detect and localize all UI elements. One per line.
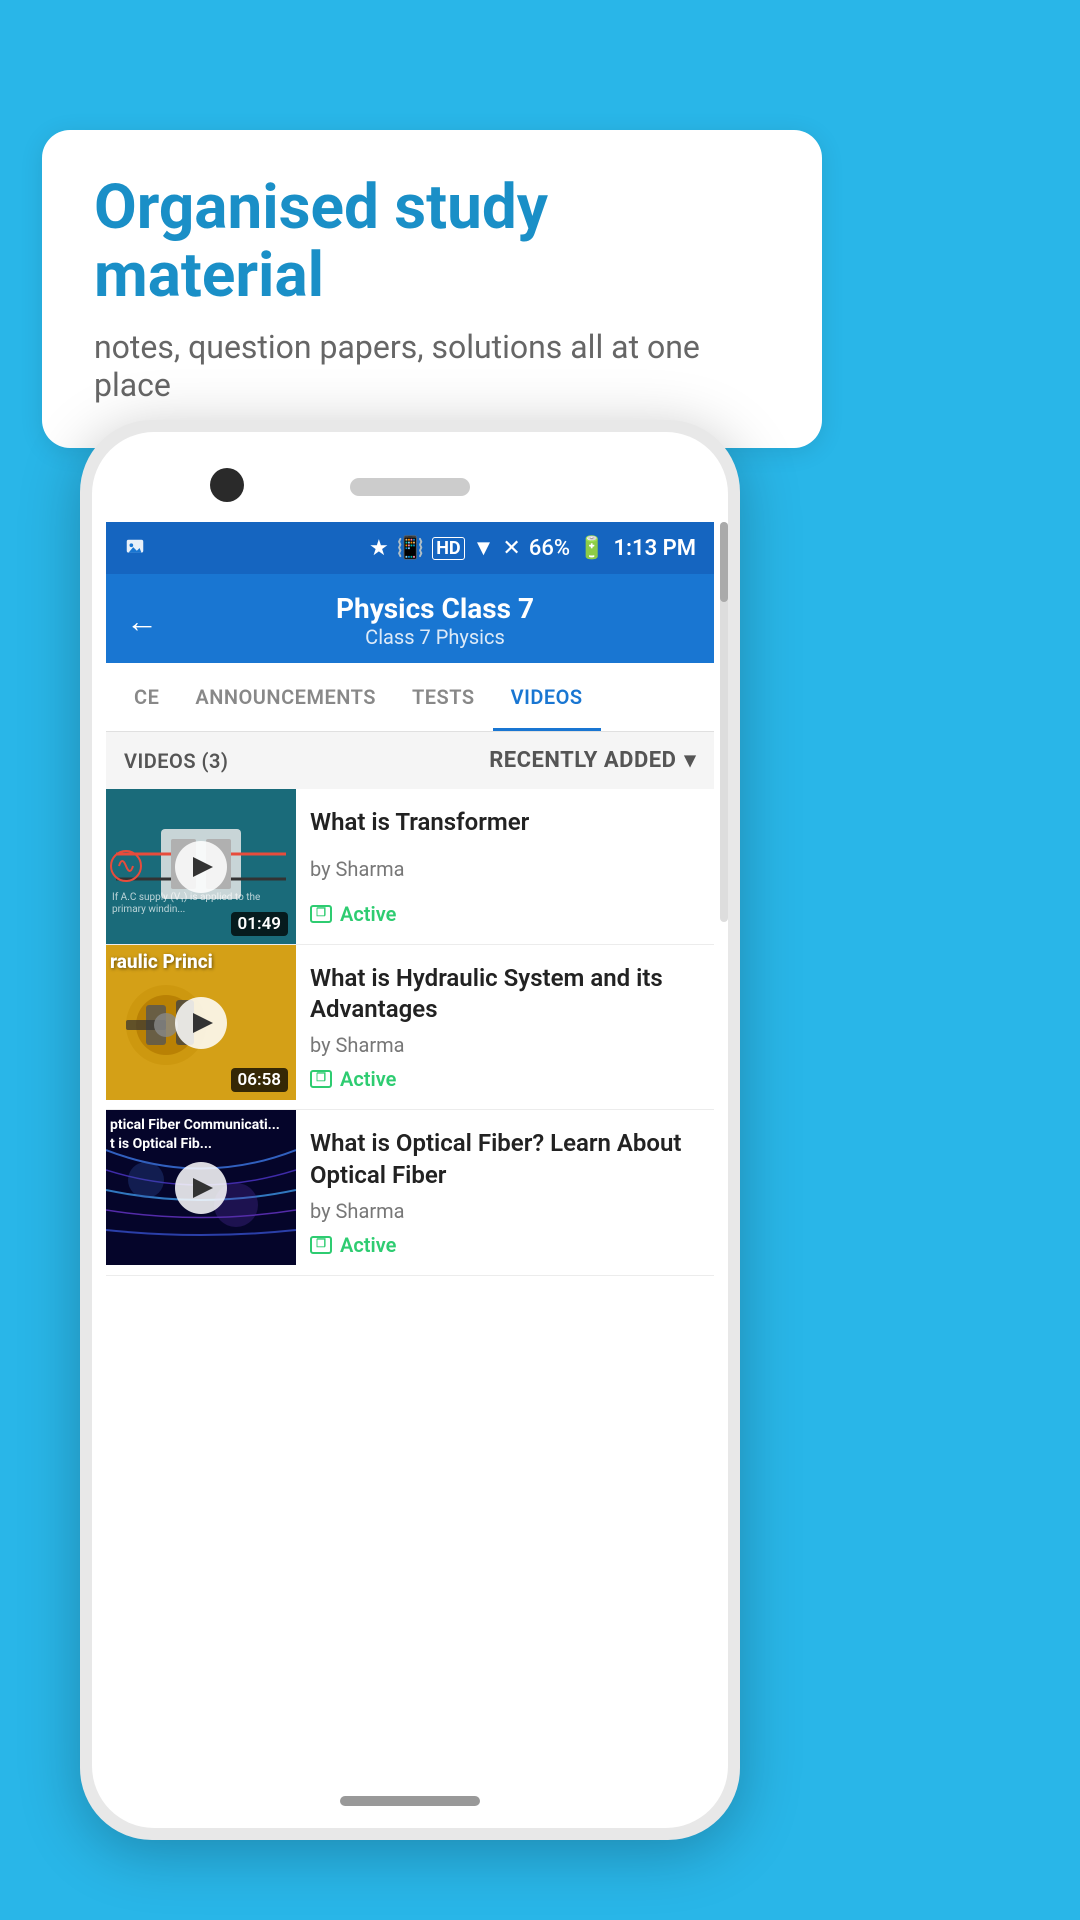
scrollbar[interactable] [720,522,728,922]
speech-bubble: Organised study material notes, question… [42,130,822,448]
tab-announcements[interactable]: ANNOUNCEMENTS [177,663,394,731]
videos-header: VIDEOS (3) RECENTLY ADDED ▾ [106,732,714,789]
screen: ★ 📳 HD ▼ ✕ 66% 🔋 1:13 PM ← Physics Class… [106,522,714,1778]
chevron-down-icon: ▾ [684,748,696,773]
hydraulic-thumb-text: raulic Princi [110,951,213,974]
app-header: ← Physics Class 7 Class 7 Physics [106,574,714,663]
bluetooth-icon: ★ [369,536,389,561]
image-icon [124,537,146,559]
sort-dropdown[interactable]: RECENTLY ADDED ▾ [489,748,696,773]
back-button[interactable]: ← [126,605,158,637]
thumb-optical-bg: ptical Fiber Communicati...t is Optical … [106,1110,296,1265]
video-info-optical: What is Optical Fiber? Learn About Optic… [296,1110,714,1274]
video-item-hydraulic[interactable]: raulic Princi 06:58 What is Hydraulic Sy… [106,945,714,1110]
header-title-area: Physics Class 7 Class 7 Physics [176,592,694,649]
play-button-transformer[interactable] [175,841,227,893]
status-bar: ★ 📳 HD ▼ ✕ 66% 🔋 1:13 PM [106,522,714,574]
video-thumbnail-optical: ptical Fiber Communicati...t is Optical … [106,1110,296,1265]
hd-badge: HD [432,537,464,560]
status-right-area: ★ 📳 HD ▼ ✕ 66% 🔋 1:13 PM [369,535,696,561]
video-title-optical: What is Optical Fiber? Learn About Optic… [310,1128,700,1190]
video-status-transformer: ❐ Active [310,902,700,926]
battery-percent: 66% [529,536,570,561]
video-title-transformer: What is Transformer [310,807,700,838]
phone-frame: ★ 📳 HD ▼ ✕ 66% 🔋 1:13 PM ← Physics Class… [80,420,740,1840]
tabs-bar: CE ANNOUNCEMENTS TESTS VIDEOS [106,663,714,732]
video-author-hydraulic: by Sharma [310,1033,700,1057]
video-list: If A.C supply (V₁) is applied to the pri… [106,789,714,1276]
video-info-hydraulic: What is Hydraulic System and its Advanta… [296,945,714,1109]
bubble-title: Organised study material [94,174,770,310]
video-author-transformer: by Sharma [310,857,700,881]
phone-speaker [350,478,470,496]
video-thumbnail-transformer: If A.C supply (V₁) is applied to the pri… [106,789,296,944]
phone-inner: ★ 📳 HD ▼ ✕ 66% 🔋 1:13 PM ← Physics Class… [92,432,728,1828]
signal-icon: ✕ [502,536,520,561]
play-button-optical[interactable] [175,1162,227,1214]
header-breadcrumb: Class 7 Physics [176,625,694,649]
chat-icon-hydraulic: ❐ [310,1070,332,1088]
chat-icon-optical: ❐ [310,1236,332,1254]
video-item-transformer[interactable]: If A.C supply (V₁) is applied to the pri… [106,789,714,945]
phone-camera [210,468,244,502]
status-time: 1:13 PM [613,536,696,561]
wifi-icon: ▼ [473,535,495,561]
video-status-hydraulic: ❐ Active [310,1067,700,1091]
status-label-optical: Active [340,1233,396,1257]
status-label-hydraulic: Active [340,1067,396,1091]
header-title: Physics Class 7 [176,592,694,625]
optical-thumb-text: ptical Fiber Communicati...t is Optical … [110,1116,280,1152]
battery-icon: 🔋 [578,536,605,561]
videos-count: VIDEOS (3) [124,749,228,773]
play-button-hydraulic[interactable] [175,997,227,1049]
chat-icon-transformer: ❐ [310,905,332,923]
video-info-transformer: What is Transformer by Sharma ❐ Active [296,789,714,944]
video-status-optical: ❐ Active [310,1233,700,1257]
phone-home-bar [340,1796,480,1806]
status-label-transformer: Active [340,902,396,926]
tab-tests[interactable]: TESTS [394,663,493,731]
status-left-icons [124,537,146,559]
video-thumbnail-hydraulic: raulic Princi 06:58 [106,945,296,1100]
vibrate-icon: 📳 [397,536,424,561]
video-author-optical: by Sharma [310,1199,700,1223]
bubble-subtitle: notes, question papers, solutions all at… [94,328,770,404]
video-duration-hydraulic: 06:58 [231,1068,288,1092]
tab-ce[interactable]: CE [116,663,177,731]
video-duration-transformer: 01:49 [231,912,288,936]
tab-videos[interactable]: VIDEOS [493,663,601,731]
scrollbar-thumb[interactable] [720,522,728,602]
video-title-hydraulic: What is Hydraulic System and its Advanta… [310,963,700,1025]
sort-label: RECENTLY ADDED [489,748,676,773]
video-item-optical[interactable]: ptical Fiber Communicati...t is Optical … [106,1110,714,1275]
